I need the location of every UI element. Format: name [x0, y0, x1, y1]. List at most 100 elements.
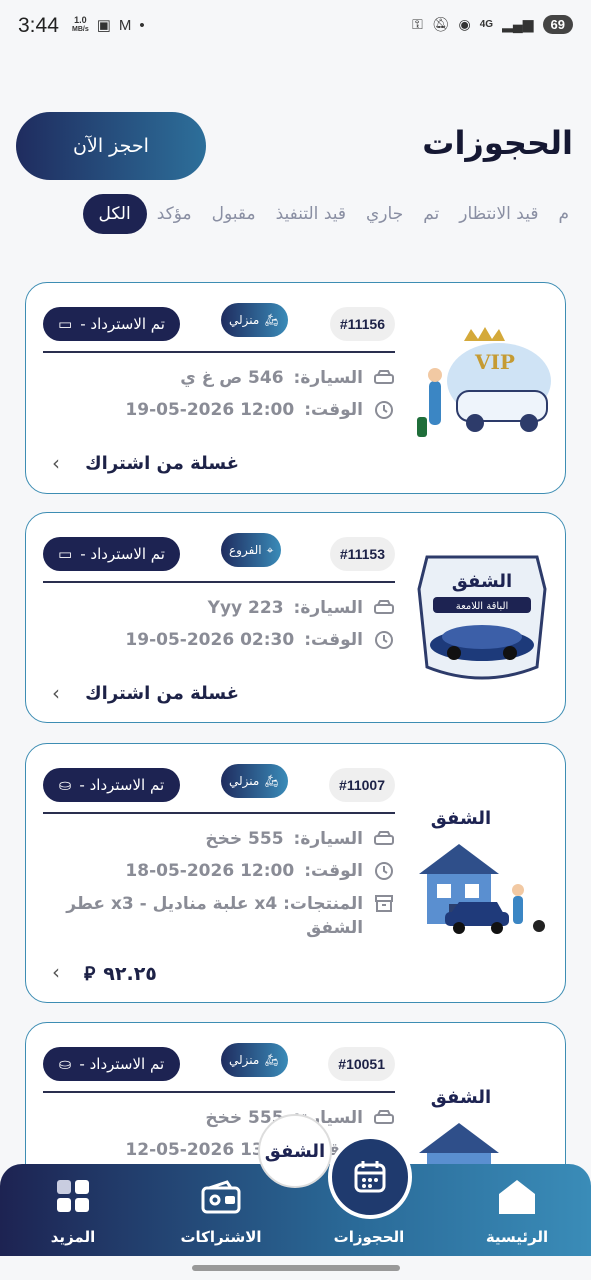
- cash-icon: ⛀: [58, 1055, 72, 1073]
- price: ⃁ ٩٢.٢٥: [84, 962, 157, 986]
- speed-unit: MB/s: [72, 26, 89, 33]
- status-right-icons: ⚿ 🔕︎ ◉ 4G ▂▄▆ 69: [412, 15, 573, 34]
- booking-type-badge: منزلي 🛵︎: [221, 764, 288, 798]
- delivery-icon: 🛵︎: [264, 313, 280, 327]
- card-divider: [43, 581, 395, 583]
- status-label: تم الاسترداد -: [79, 1055, 165, 1073]
- box-icon: [373, 892, 395, 914]
- booking-type-label: منزلي: [229, 313, 260, 327]
- tab-accepted[interactable]: مقبول: [202, 194, 266, 234]
- gmail-icon: M: [118, 16, 132, 34]
- time-row: الوقت: 19-05-2026 02:30: [125, 629, 395, 651]
- speed-value: 1.0: [74, 15, 87, 25]
- vip-service-image: VIP: [409, 321, 555, 457]
- booking-card[interactable]: الشفق الباقة اللامعة #11153 الفروع ⌖ تم …: [25, 512, 566, 723]
- status-badge: تم الاسترداد - ▭: [43, 537, 180, 571]
- car-row: السيارة: 555 خخخ: [205, 828, 395, 850]
- card-payment-icon: ▭: [58, 545, 73, 563]
- signal-icon: ▂▄▆: [502, 16, 534, 32]
- car-icon: [373, 1107, 395, 1129]
- status-badge: تم الاسترداد - ▭: [43, 307, 180, 341]
- clock-icon: [373, 399, 395, 421]
- riyal-icon: ⃁: [84, 963, 96, 985]
- filter-tabs-container: الكل مؤكد مقبول قيد التنفيذ جاري تم قيد …: [0, 190, 591, 238]
- book-now-button[interactable]: احجز الآن: [16, 112, 206, 180]
- status-badge: تم الاسترداد - ⛀: [43, 768, 180, 802]
- chevron-left-icon[interactable]: ‹: [52, 681, 60, 705]
- vip-badge: VIP: [474, 350, 515, 374]
- time-value: 19-05-2026 02:30: [125, 630, 295, 650]
- map-pin-icon: ⌖: [266, 542, 274, 557]
- booking-id: #11007: [329, 768, 395, 802]
- products-label: المنتجات:: [283, 894, 364, 914]
- status-left-icons: 1.0 MB/s ▣ M •: [72, 15, 145, 35]
- status-label: تم الاسترداد -: [80, 315, 165, 333]
- status-badge: تم الاسترداد - ⛀: [43, 1047, 180, 1081]
- chevron-left-icon[interactable]: ‹: [52, 960, 60, 984]
- tab-ongoing[interactable]: جاري: [356, 194, 413, 234]
- booking-card[interactable]: الشفق #11007 منزلي 🛵︎ تم الاسترداد - ⛀ ا…: [25, 743, 566, 1003]
- car-label: السيارة:: [293, 829, 363, 849]
- tab-pending[interactable]: قيد الانتظار: [449, 194, 548, 234]
- home-indicator[interactable]: [192, 1265, 400, 1271]
- home-icon: [499, 1180, 535, 1214]
- time-value: 18-05-2026 12:00: [125, 861, 295, 881]
- tab-more-partial[interactable]: م: [548, 194, 579, 234]
- tab-all[interactable]: الكل: [82, 194, 147, 234]
- cash-icon: ⛀: [58, 776, 72, 794]
- booking-type-label: الفروع: [229, 543, 262, 557]
- time-label: الوقت:: [304, 861, 363, 881]
- dot-icon: •: [139, 16, 145, 34]
- delivery-icon: 🛵︎: [264, 1053, 280, 1067]
- car-value: Yyy 223: [207, 598, 284, 618]
- nav-home-label: الرئيسية: [485, 1228, 549, 1246]
- car-label: السيارة:: [293, 368, 363, 388]
- nav-subscriptions[interactable]: الاشتراكات: [166, 1174, 276, 1246]
- time-value: 19-05-2026 12:00: [125, 400, 295, 420]
- card-divider: [43, 812, 395, 814]
- bookings-fab[interactable]: [328, 1135, 412, 1219]
- network-type: 4G: [479, 19, 494, 30]
- service-logo-text: الشفق: [431, 808, 491, 829]
- page-title: الحجوزات: [422, 124, 573, 162]
- booking-id: #10051: [328, 1047, 395, 1081]
- car-label: السيارة:: [293, 598, 363, 618]
- booking-footer-label: غسلة من اشتراك: [85, 453, 239, 474]
- car-row: السيارة: 546 ص غ ي: [180, 367, 395, 389]
- nav-more[interactable]: المزيد: [18, 1174, 128, 1246]
- car-value: 546 ص غ ي: [180, 368, 284, 388]
- time-row: الوقت: 18-05-2026 12:00: [125, 860, 395, 882]
- nav-bookings-label: الحجوزات: [333, 1228, 405, 1246]
- status-label: تم الاسترداد -: [80, 545, 165, 563]
- calendar-icon: [354, 1161, 386, 1193]
- card-payment-icon: ▭: [58, 315, 73, 333]
- delivery-icon: 🛵︎: [264, 774, 280, 788]
- nav-more-label: المزيد: [50, 1228, 96, 1246]
- price-value: ٩٢.٢٥: [103, 963, 157, 985]
- booking-type-badge: منزلي 🛵︎: [221, 303, 288, 337]
- tab-done[interactable]: تم: [413, 194, 449, 234]
- clock-icon: [373, 629, 395, 651]
- status-time: 3:44: [18, 14, 59, 37]
- grid-icon: [57, 1180, 89, 1212]
- app-logo: الشفق: [258, 1114, 332, 1188]
- chevron-left-icon[interactable]: ‹: [52, 451, 60, 475]
- nav-home[interactable]: الرئيسية: [462, 1174, 572, 1246]
- package-logo-text: الشفق: [452, 571, 512, 592]
- booking-id: #11156: [329, 307, 395, 341]
- filter-tabs: الكل مؤكد مقبول قيد التنفيذ جاري تم قيد …: [79, 194, 579, 234]
- tab-in-execution[interactable]: قيد التنفيذ: [266, 194, 356, 234]
- home-service-image: الشفق: [409, 804, 555, 940]
- battery-indicator: 69: [542, 15, 573, 34]
- car-icon: [373, 828, 395, 850]
- app-logo-text: الشفق: [264, 1140, 326, 1162]
- booking-card[interactable]: VIP #11156 منزلي 🛵︎ تم الاسترداد - ▭ الس…: [25, 282, 566, 494]
- booking-type-label: منزلي: [229, 1053, 260, 1067]
- mute-icon: 🔕︎: [431, 16, 450, 32]
- tab-confirmed[interactable]: مؤكد: [147, 194, 202, 234]
- package-name-text: الباقة اللامعة: [456, 601, 509, 612]
- products-row: المنتجات: x4 علبة مناديل - x3 عطر الشفق: [65, 892, 395, 940]
- card-divider: [43, 351, 395, 353]
- screenshot-icon: ▣: [96, 17, 111, 34]
- clock-icon: [373, 860, 395, 882]
